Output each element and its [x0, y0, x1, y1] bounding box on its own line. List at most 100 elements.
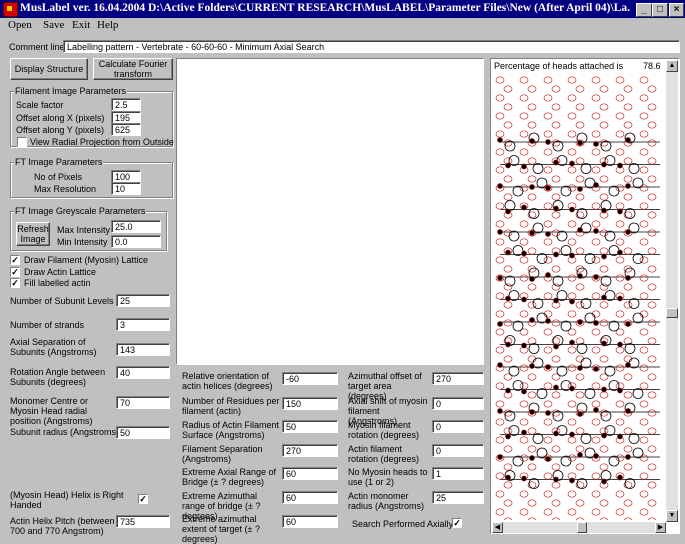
actin-subunit [599, 319, 609, 327]
display-structure-button[interactable]: Display Structure [10, 58, 88, 80]
actin-subunit [519, 112, 529, 120]
scroll-right-button[interactable]: ▶ [655, 522, 666, 533]
actin-subunit [615, 112, 625, 120]
myosin-heads-input[interactable]: 1 [432, 467, 484, 480]
actin-subunit [519, 508, 529, 516]
strands-input[interactable]: 3 [116, 318, 170, 331]
monomer-radius-label: Actin monomer radius (Angstroms) [348, 491, 425, 511]
actin-subunit [639, 436, 649, 444]
actin-subunit [519, 400, 529, 408]
actin-subunit [615, 418, 625, 426]
actin-subunit [599, 355, 609, 363]
actin-subunit [623, 283, 633, 291]
draw-actin-checkbox[interactable]: ✓ [10, 267, 20, 277]
min-intensity-input[interactable]: 0.0 [111, 235, 161, 248]
myosin-head [532, 433, 544, 444]
monomer-radius-input[interactable]: 25 [432, 491, 484, 504]
azimuthal-offset-input[interactable]: 270 [432, 372, 484, 385]
actin-subunit [543, 292, 553, 300]
actin-subunit [647, 175, 657, 183]
myosin-head [536, 388, 548, 399]
maximize-button[interactable]: □ [652, 3, 668, 17]
extreme-azimuthal-input[interactable]: 60 [282, 491, 338, 504]
actin-radius-input[interactable]: 50 [282, 420, 338, 433]
max-resolution-input[interactable]: 10 [111, 182, 141, 195]
actin-subunit [591, 436, 601, 444]
monomer-centre-input[interactable]: 70 [116, 396, 170, 409]
actin-subunit [503, 445, 513, 453]
actin-subunit [543, 328, 553, 336]
horizontal-scroll-thumb[interactable] [577, 522, 587, 533]
close-button[interactable]: × [669, 3, 684, 17]
extreme-axial-input[interactable]: 60 [282, 467, 338, 480]
actin-subunit [647, 121, 657, 129]
actin-subunit [551, 319, 561, 327]
actin-subunit [495, 310, 505, 318]
actin-subunit [647, 301, 657, 309]
scale-factor-input[interactable]: 2.5 [111, 98, 141, 111]
app-icon [3, 2, 18, 17]
fill-labelled-checkbox[interactable]: ✓ [10, 278, 20, 288]
actin-rotation-input[interactable]: 0 [432, 444, 484, 457]
relative-orientation-input[interactable]: -60 [282, 372, 338, 385]
actin-subunit [543, 382, 553, 390]
refresh-image-button[interactable]: Refresh Image [16, 222, 50, 246]
actin-subunit [519, 148, 529, 156]
offset-y-input[interactable]: 625 [111, 123, 141, 136]
actin-subunit [551, 355, 561, 363]
menu-help[interactable]: Help [97, 19, 118, 31]
actin-subunit [615, 256, 625, 264]
myosin-head [560, 320, 572, 332]
labelled-actin [529, 230, 535, 236]
actin-subunit [543, 418, 553, 426]
scroll-down-button[interactable]: ▼ [666, 510, 678, 522]
calculate-fourier-button[interactable]: Calculate Fourier transform [93, 58, 173, 80]
extreme-target-input[interactable]: 60 [282, 515, 338, 528]
actin-subunit [551, 121, 561, 129]
labelled-actin [601, 478, 607, 485]
scroll-up-button[interactable]: ▲ [666, 60, 678, 72]
max-intensity-input[interactable]: 25.0 [111, 220, 161, 233]
labelled-actin [553, 343, 559, 350]
actin-pitch-input[interactable]: 735 [116, 515, 170, 528]
extreme-axial-label: Extreme Axial Range of Bridge (± ? degre… [182, 467, 277, 487]
axial-shift-input[interactable]: 0 [432, 397, 484, 410]
refresh-label-1: Refresh [17, 224, 49, 234]
actin-subunit [567, 166, 577, 174]
labelled-actin [601, 161, 607, 168]
actin-subunit [615, 130, 625, 138]
labelled-actin [521, 342, 527, 349]
minimize-button[interactable]: _ [636, 3, 652, 17]
draw-filament-checkbox[interactable]: ✓ [10, 255, 20, 265]
labelled-actin [529, 184, 535, 190]
helix-right-handed-checkbox[interactable]: ✓ [138, 494, 148, 504]
actin-subunit [527, 445, 537, 453]
vertical-scroll-thumb[interactable] [666, 308, 678, 318]
actin-subunit [591, 490, 601, 498]
actin-subunit [495, 166, 505, 174]
labelled-actin [497, 408, 503, 414]
subunit-levels-input[interactable]: 25 [116, 294, 170, 307]
radial-projection-checkbox[interactable] [17, 137, 27, 147]
actin-subunit [647, 319, 657, 327]
scroll-left-button[interactable]: ◀ [492, 522, 503, 533]
myosin-head [632, 312, 644, 324]
comment-input[interactable]: Labelling pattern - Vertebrate - 60-60-6… [63, 40, 680, 53]
menu-exit[interactable]: Exit [72, 19, 90, 31]
axial-separation-input[interactable]: 143 [116, 343, 170, 356]
menu-save[interactable]: Save [43, 19, 64, 31]
subunit-radius-input[interactable]: 50 [116, 426, 170, 439]
residues-input[interactable]: 150 [282, 397, 338, 410]
lattice-diagram [495, 76, 660, 520]
menu-open[interactable]: Open [8, 19, 32, 31]
actin-subunit [591, 238, 601, 246]
actin-subunit [615, 346, 625, 354]
search-axially-checkbox[interactable]: ✓ [452, 518, 462, 528]
filament-separation-input[interactable]: 270 [282, 444, 338, 457]
lattice-vertical-scrollbar[interactable] [666, 60, 678, 522]
labelled-actin [617, 433, 623, 440]
myosin-rotation-input[interactable]: 0 [432, 420, 484, 433]
rotation-angle-input[interactable]: 40 [116, 366, 170, 379]
labelled-actin [505, 387, 511, 394]
myosin-head [624, 208, 636, 219]
